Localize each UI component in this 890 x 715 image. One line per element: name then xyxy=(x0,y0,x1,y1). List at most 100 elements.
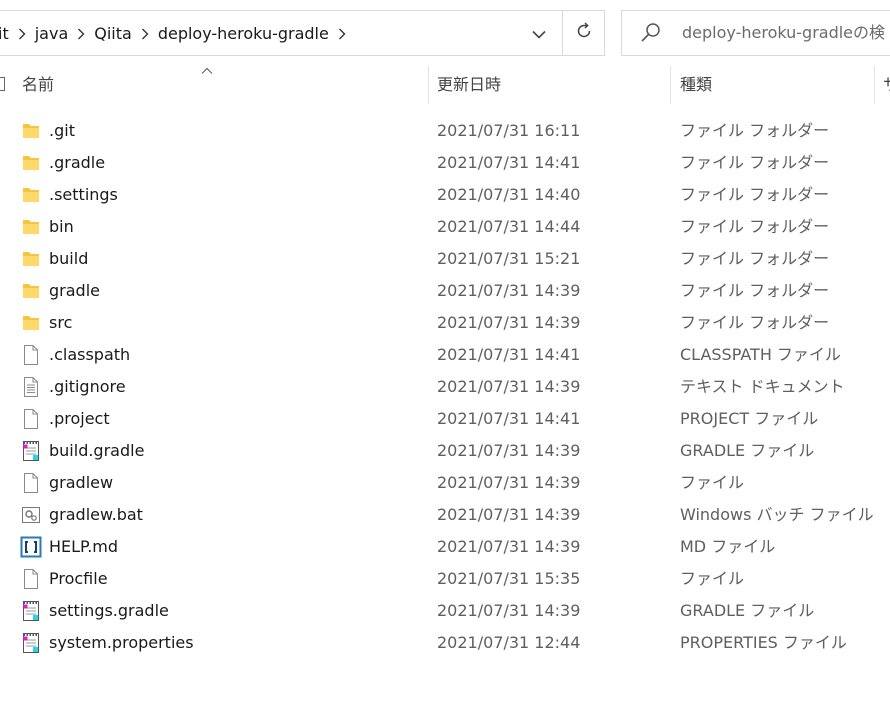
file-type: GRADLE ファイル xyxy=(680,601,815,620)
search-icon xyxy=(640,22,662,48)
file-type: ファイル フォルダー xyxy=(680,313,830,332)
file-type: CLASSPATH ファイル xyxy=(680,345,841,364)
file-row[interactable]: gradlew.bat 2021/07/31 14:39 Windows バッチ フ… xyxy=(0,499,890,531)
file-row[interactable]: HELP.md 2021/07/31 14:39 MD ファイル xyxy=(0,531,890,563)
file-date: 2021/07/31 14:41 xyxy=(437,153,581,172)
file-date: 2021/07/31 16:11 xyxy=(437,121,581,140)
file-name: .classpath xyxy=(49,345,131,364)
refresh-icon xyxy=(575,22,593,44)
file-icon xyxy=(20,408,42,430)
file-type: ファイル フォルダー xyxy=(680,121,830,140)
file-name: gradlew xyxy=(49,473,114,492)
notepad-file-icon xyxy=(20,440,42,462)
file-row[interactable]: src 2021/07/31 14:39 ファイル フォルダー xyxy=(0,307,890,339)
file-date: 2021/07/31 14:41 xyxy=(437,345,581,364)
chevron-right-icon[interactable] xyxy=(68,24,94,43)
chevron-right-icon[interactable] xyxy=(9,24,35,43)
file-name: HELP.md xyxy=(49,537,119,556)
file-date: 2021/07/31 14:39 xyxy=(437,537,581,556)
file-icon xyxy=(20,472,42,494)
file-date: 2021/07/31 14:39 xyxy=(437,313,581,332)
folder-icon xyxy=(20,312,42,334)
file-date: 2021/07/31 14:39 xyxy=(437,441,581,460)
file-type: Windows バッチ ファイル xyxy=(680,505,874,524)
file-type: ファイル xyxy=(680,569,745,588)
folder-icon xyxy=(20,216,42,238)
file-row[interactable]: settings.gradle 2021/07/31 14:39 GRADLE ファ… xyxy=(0,595,890,627)
file-name: .git xyxy=(49,121,75,140)
file-row[interactable]: build 2021/07/31 15:21 ファイル フォルダー xyxy=(0,243,890,275)
column-header-date[interactable]: 更新日時 xyxy=(437,58,501,110)
refresh-button[interactable] xyxy=(562,11,605,55)
file-row[interactable]: system.properties 2021/07/31 12:44 PROPERT… xyxy=(0,627,890,659)
file-icon xyxy=(20,344,42,366)
file-row[interactable]: Procfile 2021/07/31 15:35 ファイル xyxy=(0,563,890,595)
file-name: src xyxy=(49,313,73,332)
file-type: ファイル xyxy=(680,473,745,492)
file-row[interactable]: build.gradle 2021/07/31 14:39 GRADLE ファイル xyxy=(0,435,890,467)
file-name: bin xyxy=(49,217,74,236)
file-name: .gitignore xyxy=(49,377,126,396)
chevron-right-icon[interactable] xyxy=(132,24,158,43)
text-file-icon xyxy=(20,376,42,398)
column-divider[interactable] xyxy=(874,66,875,104)
file-date: 2021/07/31 14:40 xyxy=(437,185,581,204)
file-type: ファイル フォルダー xyxy=(680,217,830,236)
file-date: 2021/07/31 15:21 xyxy=(437,249,581,268)
file-name: settings.gradle xyxy=(49,601,169,620)
file-row[interactable]: .git 2021/07/31 16:11 ファイル フォルダー xyxy=(0,115,890,147)
breadcrumb-item[interactable]: deploy-heroku-gradle xyxy=(158,24,329,43)
notepad-file-icon xyxy=(20,632,42,654)
address-history-dropdown[interactable] xyxy=(517,11,561,55)
file-type: PROJECT ファイル xyxy=(680,409,819,428)
file-name: gradle xyxy=(49,281,100,300)
column-divider[interactable] xyxy=(670,66,671,104)
search-placeholder[interactable]: deploy-heroku-gradleの検 xyxy=(682,11,885,55)
file-type: テキスト ドキュメント xyxy=(680,377,845,396)
file-type: MD ファイル xyxy=(680,537,776,556)
breadcrumb-item[interactable]: java xyxy=(35,24,69,43)
file-date: 2021/07/31 14:39 xyxy=(437,281,581,300)
address-bar[interactable]: it java Qiita deploy-heroku-gradle xyxy=(0,10,605,56)
folder-icon xyxy=(20,152,42,174)
file-date: 2021/07/31 14:44 xyxy=(437,217,581,236)
chevron-down-icon xyxy=(532,24,546,43)
file-row[interactable]: .settings 2021/07/31 14:40 ファイル フォルダー xyxy=(0,179,890,211)
file-date: 2021/07/31 14:39 xyxy=(437,377,581,396)
column-divider[interactable] xyxy=(428,66,429,104)
file-name: .gradle xyxy=(49,153,106,172)
select-all-checkbox[interactable] xyxy=(0,77,5,91)
file-row[interactable]: .gradle 2021/07/31 14:41 ファイル フォルダー xyxy=(0,147,890,179)
file-date: 2021/07/31 14:39 xyxy=(437,505,581,524)
file-row[interactable]: bin 2021/07/31 14:44 ファイル フォルダー xyxy=(0,211,890,243)
file-type: ファイル フォルダー xyxy=(680,249,830,268)
batch-file-icon xyxy=(20,504,42,526)
file-row[interactable]: .classpath 2021/07/31 14:41 CLASSPATH ファイル xyxy=(0,339,890,371)
breadcrumb: it java Qiita deploy-heroku-gradle xyxy=(0,11,355,55)
file-row[interactable]: gradle 2021/07/31 14:39 ファイル フォルダー xyxy=(0,275,890,307)
column-header: 名前 更新日時 種類 サ xyxy=(0,58,890,110)
chevron-right-icon[interactable] xyxy=(329,24,355,43)
markdown-file-icon xyxy=(20,536,42,558)
file-name: .project xyxy=(49,409,110,428)
breadcrumb-item[interactable]: Qiita xyxy=(94,24,132,43)
file-list: .git 2021/07/31 16:11 ファイル フォルダー .gradle 202… xyxy=(0,115,890,659)
search-box[interactable]: deploy-heroku-gradleの検 xyxy=(621,10,890,56)
folder-icon xyxy=(20,184,42,206)
column-header-name[interactable]: 名前 xyxy=(22,58,54,110)
file-name: gradlew.bat xyxy=(49,505,143,524)
breadcrumb-item[interactable]: it xyxy=(0,24,9,43)
file-date: 2021/07/31 14:41 xyxy=(437,409,581,428)
file-name: .settings xyxy=(49,185,118,204)
file-date: 2021/07/31 14:39 xyxy=(437,601,581,620)
file-date: 2021/07/31 12:44 xyxy=(437,633,581,652)
file-row[interactable]: .gitignore 2021/07/31 14:39 テキスト ドキュメント xyxy=(0,371,890,403)
folder-icon xyxy=(20,248,42,270)
folder-icon xyxy=(20,280,42,302)
column-header-size[interactable]: サ xyxy=(883,58,890,110)
file-row[interactable]: gradlew 2021/07/31 14:39 ファイル xyxy=(0,467,890,499)
column-header-type[interactable]: 種類 xyxy=(680,58,712,110)
file-row[interactable]: .project 2021/07/31 14:41 PROJECT ファイル xyxy=(0,403,890,435)
file-name: Procfile xyxy=(49,569,108,588)
file-name: build.gradle xyxy=(49,441,145,460)
